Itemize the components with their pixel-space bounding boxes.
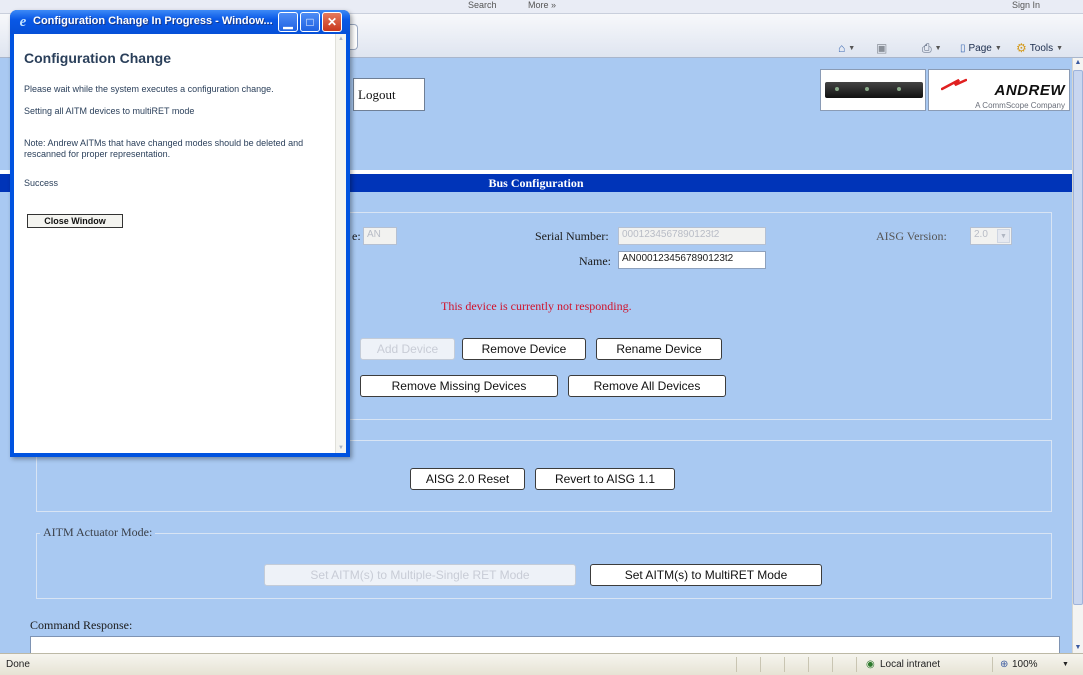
zoom-icon: ⊕ <box>1000 659 1009 670</box>
serial-number-field[interactable]: 0001234567890123t2 <box>618 227 766 245</box>
config-change-popup: e Configuration Change In Progress - Win… <box>10 10 350 457</box>
print-icon: ⎙ <box>922 40 932 55</box>
intranet-icon: ◉ <box>866 659 875 670</box>
chevron-down-icon[interactable]: ▼ <box>1062 661 1069 668</box>
print-button[interactable]: ⎙ ▼ <box>922 40 942 56</box>
device-name-label: Name: <box>579 254 611 268</box>
home-button[interactable]: ⌂ ▼ <box>838 40 855 56</box>
feeds-icon: ▣ <box>876 41 888 55</box>
chevron-down-icon: ▼ <box>934 44 942 52</box>
minimize-button[interactable]: ▁ <box>278 12 298 32</box>
home-icon: ⌂ <box>838 41 846 55</box>
gear-icon: ⚙ <box>1016 41 1027 55</box>
remove-all-devices-button[interactable]: Remove All Devices <box>568 375 726 397</box>
device-image <box>820 69 926 111</box>
feeds-button[interactable]: ▣ <box>876 40 887 56</box>
popup-note: Note: Andrew AITMs that have changed mod… <box>24 138 304 159</box>
popup-scrollbar[interactable]: ▲ ▼ <box>335 34 346 453</box>
popup-action-text: Setting all AITM devices to multiRET mod… <box>24 106 195 116</box>
scroll-down-icon[interactable]: ▼ <box>1073 643 1083 653</box>
search-fragment[interactable]: Search <box>468 0 497 10</box>
device-type-label: e: <box>352 229 361 243</box>
popup-heading: Configuration Change <box>24 50 171 66</box>
device-error-message: This device is currently not responding. <box>441 299 632 313</box>
lightning-bolt-icon <box>941 78 967 91</box>
tools-menu-label: Tools <box>1029 42 1054 54</box>
brand-tagline: A CommScope Company <box>975 101 1065 110</box>
aisg-version-select[interactable]: 2.0 ▼ <box>970 227 1012 245</box>
close-icon: ✕ <box>326 15 338 29</box>
close-button[interactable]: ✕ <box>322 12 342 32</box>
revert-aisg-button[interactable]: Revert to AISG 1.1 <box>535 468 675 490</box>
page-menu[interactable]: ▯ Page ▼ <box>960 40 1002 56</box>
zoom-level[interactable]: 100% <box>1012 659 1038 670</box>
page-icon: ▯ <box>960 42 966 54</box>
popup-result: Success <box>24 178 59 188</box>
aisg-version-label: AISG Version: <box>876 229 947 243</box>
more-fragment[interactable]: More » <box>528 0 556 10</box>
set-single-ret-button[interactable]: Set AITM(s) to Multiple-Single RET Mode <box>264 564 576 586</box>
brand-name: ANDREW <box>994 82 1065 99</box>
device-type-field[interactable]: AN <box>363 227 397 245</box>
browser-status-bar: Done ◉ Local intranet ⊕ 100% ▼ <box>0 653 1083 675</box>
maximize-button[interactable]: □ <box>300 12 320 32</box>
aisg-reset-button[interactable]: AISG 2.0 Reset <box>410 468 525 490</box>
maximize-icon: □ <box>306 15 314 29</box>
ie-icon: e <box>19 14 27 30</box>
scroll-thumb[interactable] <box>1073 70 1083 605</box>
tools-menu[interactable]: ⚙ Tools ▼ <box>1016 40 1063 56</box>
add-device-button[interactable]: Add Device <box>360 338 455 360</box>
popup-body: Configuration Change Please wait while t… <box>14 34 346 453</box>
set-multiret-button[interactable]: Set AITM(s) to MultiRET Mode <box>590 564 822 586</box>
page-scrollbar[interactable]: ▲ ▼ <box>1072 58 1083 653</box>
serial-number-label: Serial Number: <box>535 229 609 243</box>
security-zone: Local intranet <box>880 659 941 670</box>
popup-title-bar[interactable]: e Configuration Change In Progress - Win… <box>10 10 350 34</box>
device-name-field[interactable]: AN0001234567890123t2 <box>618 251 766 269</box>
popup-title: Configuration Change In Progress - Windo… <box>33 15 273 27</box>
chevron-down-icon: ▼ <box>994 44 1002 52</box>
command-response-box[interactable] <box>30 636 1060 653</box>
minimize-icon: ▁ <box>283 15 293 29</box>
sign-in-fragment[interactable]: Sign In <box>1012 0 1040 10</box>
scroll-up-icon[interactable]: ▲ <box>1073 58 1083 68</box>
page-menu-label: Page <box>968 42 992 54</box>
aisg-version-value: 2.0 <box>974 229 988 240</box>
remove-device-button[interactable]: Remove Device <box>462 338 586 360</box>
close-window-button[interactable]: Close Window <box>27 214 123 228</box>
scroll-down-icon[interactable]: ▼ <box>336 443 346 453</box>
chevron-down-icon: ▼ <box>1056 44 1064 52</box>
logout-button[interactable]: Logout <box>353 78 425 111</box>
brand-logo: ANDREW A CommScope Company <box>928 69 1070 111</box>
remove-missing-devices-button[interactable]: Remove Missing Devices <box>360 375 558 397</box>
popup-message: Please wait while the system executes a … <box>24 84 274 94</box>
command-response-label: Command Response: <box>30 618 133 632</box>
chevron-down-icon: ▼ <box>848 44 856 52</box>
chevron-down-icon: ▼ <box>997 229 1010 243</box>
aitm-legend: AITM Actuator Mode: <box>40 525 156 540</box>
rename-device-button[interactable]: Rename Device <box>596 338 722 360</box>
status-text: Done <box>6 659 30 670</box>
scroll-up-icon[interactable]: ▲ <box>336 34 346 44</box>
